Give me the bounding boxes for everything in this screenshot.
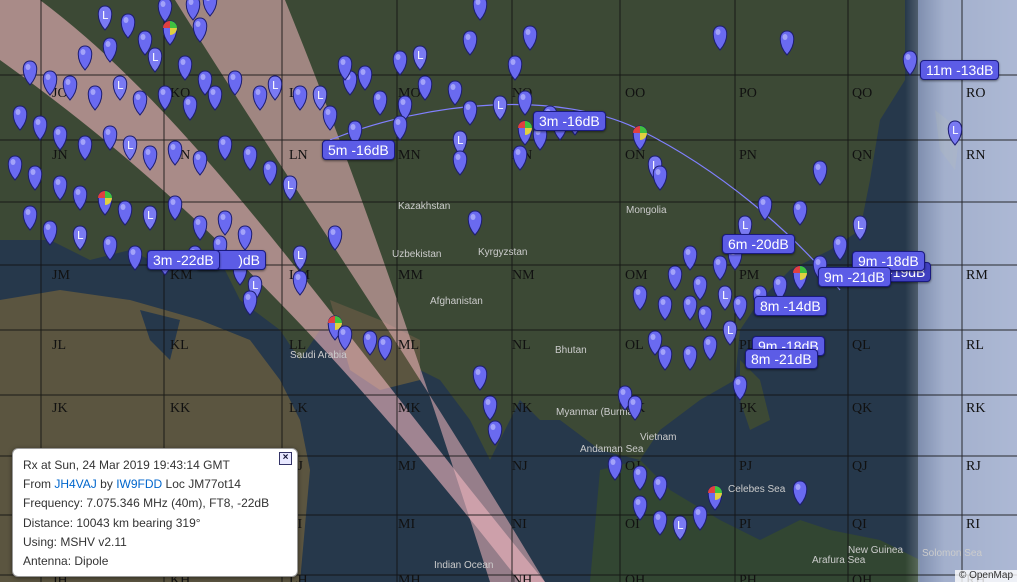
- grid-square-label: LN: [289, 148, 308, 163]
- grid-square-label: PM: [739, 268, 760, 283]
- popup-distance: Distance: 10043 km bearing 319°: [23, 516, 201, 530]
- locator: Loc JM77ot14: [165, 477, 241, 491]
- grid-square-label: LK: [289, 401, 308, 416]
- grid-square-label: QL: [852, 338, 871, 353]
- popup-from-line: From JH4VAJ by IW9FDD Loc JM77ot14: [23, 477, 241, 491]
- grid-square-label: RO: [966, 86, 985, 101]
- grid-square-label: NL: [512, 338, 531, 353]
- grid-square-label: NH: [512, 573, 532, 582]
- label-mongolia: Mongolia: [626, 205, 667, 216]
- grid-square-label: QI: [852, 517, 867, 532]
- grid-square-label: RI: [966, 517, 980, 532]
- grid-square-label: RK: [966, 401, 985, 416]
- spot-info-popup: × Rx at Sun, 24 Mar 2019 19:43:14 GMT Fr…: [12, 448, 298, 577]
- map-attribution[interactable]: © OpenMap: [954, 570, 1017, 582]
- grid-square-label: OO: [625, 86, 645, 101]
- spot-label[interactable]: 8m -14dB: [754, 296, 827, 316]
- grid-square-label: OI: [625, 517, 640, 532]
- label-celebes-sea: Celebes Sea: [728, 484, 786, 495]
- grid-square-label: MI: [398, 517, 415, 532]
- grid-square-label: KK: [170, 401, 190, 416]
- grid-square-label: QO: [852, 86, 872, 101]
- popup-antenna: Antenna: Dipole: [23, 554, 109, 568]
- label-kazakhstan: Kazakhstan: [398, 201, 450, 212]
- grid-square-label: RL: [966, 338, 984, 353]
- grid-square-label: JL: [52, 338, 66, 353]
- spot-label[interactable]: 6m -20dB: [722, 234, 795, 254]
- grid-square-label: PK: [739, 401, 757, 416]
- grid-square-label: QJ: [852, 459, 868, 474]
- grid-square-label: QH: [852, 573, 872, 582]
- grid-square-label: RN: [966, 148, 985, 163]
- label-new-guinea: New Guinea: [848, 545, 903, 556]
- grid-square-label: RM: [966, 268, 988, 283]
- label-saudi-arabia: Saudi Arabia: [290, 350, 347, 361]
- label-afghanistan: Afghanistan: [430, 296, 483, 307]
- label-indian-ocean: Indian Ocean: [434, 560, 494, 571]
- popup-frequency: Frequency: 7.075.346 MHz (40m), FT8, -22…: [23, 496, 270, 510]
- grid-square-label: PH: [739, 573, 757, 582]
- popup-rx-line: Rx at Sun, 24 Mar 2019 19:43:14 GMT: [23, 458, 230, 472]
- grid-square-label: MN: [398, 148, 421, 163]
- grid-square-label: MK: [398, 401, 421, 416]
- label-bhutan: Bhutan: [555, 345, 587, 356]
- grid-square-label: OM: [625, 268, 648, 283]
- grid-square-label: QN: [852, 148, 872, 163]
- world-map[interactable]: L JOKOLOMONOOOP: [0, 0, 1017, 582]
- grid-square-label: ML: [398, 338, 419, 353]
- spot-label[interactable]: 3m -16dB: [533, 111, 606, 131]
- close-icon[interactable]: ×: [279, 452, 292, 465]
- grid-square-label: PO: [739, 86, 757, 101]
- grid-square-label: PI: [739, 517, 752, 532]
- grid-square-label: QK: [852, 401, 872, 416]
- label-solomon-sea: Solomon Sea: [922, 548, 982, 559]
- popup-using: Using: MSHV v2.11: [23, 535, 127, 549]
- grid-square-label: JM: [52, 268, 70, 283]
- grid-square-label: OH: [625, 573, 645, 582]
- grid-square-label: ON: [625, 148, 645, 163]
- from-prefix: From: [23, 477, 51, 491]
- spot-label[interactable]: 3m -22dB: [147, 250, 220, 270]
- grid-square-label: NI: [512, 517, 527, 532]
- grid-square-label: KL: [170, 338, 189, 353]
- grid-square-label: MM: [398, 268, 423, 283]
- spot-label[interactable]: 8m -21dB: [745, 349, 818, 369]
- from-call-link[interactable]: JH4VAJ: [54, 477, 96, 491]
- grid-square-label: NJ: [512, 459, 528, 474]
- label-vietnam: Vietnam: [640, 432, 677, 443]
- grid-square-label: RJ: [966, 459, 981, 474]
- grid-square-label: NK: [512, 401, 532, 416]
- by-call-link[interactable]: IW9FDD: [116, 477, 162, 491]
- grid-square-label: JK: [52, 401, 68, 416]
- grid-square-label: OL: [625, 338, 644, 353]
- grid-square-label: MH: [398, 573, 421, 582]
- grid-square-label: KM: [170, 268, 193, 283]
- spot-label[interactable]: 5m -16dB: [322, 140, 395, 160]
- grid-square-label: MJ: [398, 459, 416, 474]
- label-uzbekistan: Uzbekistan: [392, 249, 441, 260]
- spot-label[interactable]: 9m -21dB: [818, 267, 891, 287]
- grid-square-label: PN: [739, 148, 757, 163]
- label-arafura-sea: Arafura Sea: [812, 555, 866, 566]
- spot-label[interactable]: 11m -13dB: [920, 60, 1000, 80]
- label-andaman-sea: Andaman Sea: [580, 444, 644, 455]
- grid-square-label: NM: [512, 268, 535, 283]
- by-word: by: [100, 477, 113, 491]
- label-kyrgyzstan: Kyrgyzstan: [478, 247, 527, 258]
- grid-square-label: PJ: [739, 459, 753, 474]
